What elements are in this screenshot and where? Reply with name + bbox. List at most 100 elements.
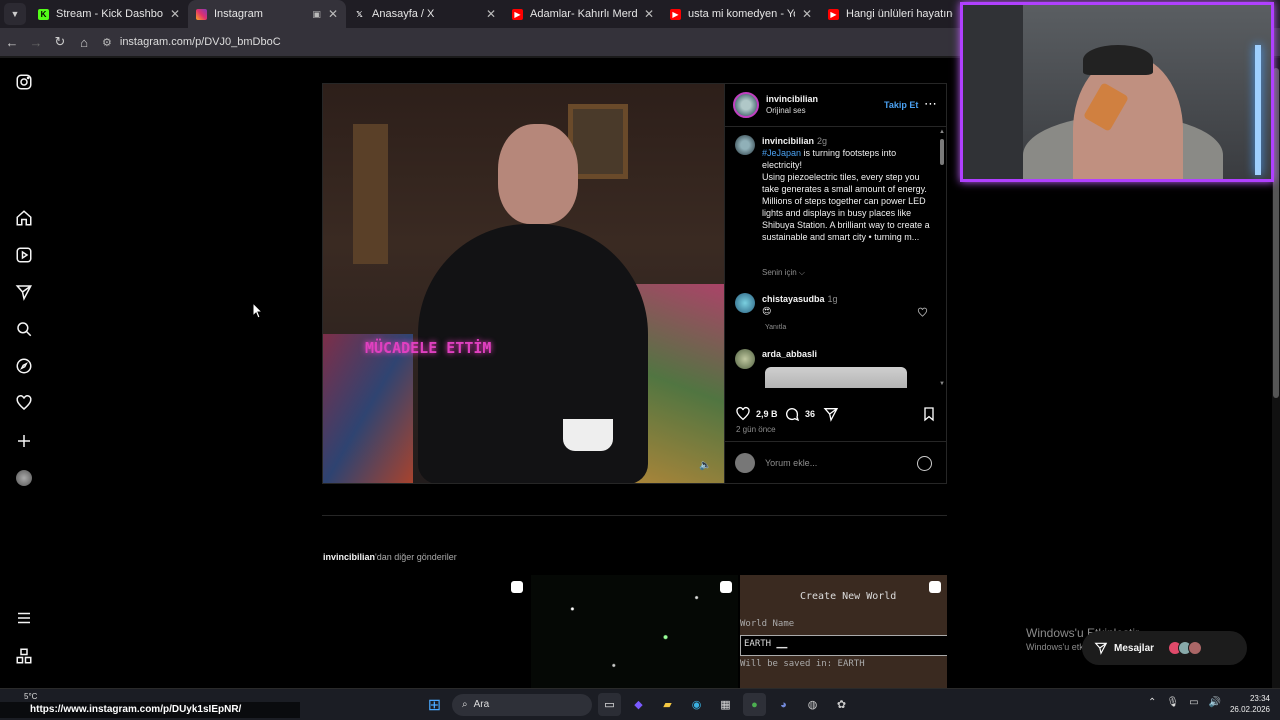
explore-icon[interactable] [14, 356, 34, 376]
author-avatar[interactable] [733, 92, 759, 118]
comment-image[interactable] [765, 367, 907, 388]
create-plus-icon[interactable] [14, 431, 34, 451]
close-tab-icon[interactable]: ✕ [328, 7, 338, 21]
tray-overflow-icon[interactable]: ⌃ [1148, 697, 1156, 708]
minecraft-title: Create New World [800, 591, 897, 602]
post-container: MÜCADELE ETTİM 🔈 invincibilian Orijinal … [322, 83, 947, 484]
post-timestamp[interactable]: 2 gün önce [736, 425, 776, 434]
audio-label[interactable]: Orijinal ses [766, 105, 818, 117]
tab-youtube-usta[interactable]: ▶ usta mi komedyen - YouTube ✕ [662, 0, 820, 28]
tea-cup [563, 419, 613, 451]
taskbar-search[interactable]: ⌕ Ara [452, 693, 592, 716]
like-count: 2,9 B [756, 409, 778, 419]
reply-button[interactable]: Yanıtla [765, 324, 786, 331]
caption-author[interactable]: invincibilian [762, 136, 814, 146]
windows-start-icon[interactable]: ⊞ [423, 693, 446, 716]
webcam-person-cap [1083, 45, 1153, 75]
also-from-meta-icon[interactable] [14, 646, 34, 666]
comment-input[interactable]: Yorum ekle... [765, 458, 817, 468]
scroll-up-icon[interactable]: ▲ [939, 129, 945, 135]
store-icon[interactable]: ▦ [714, 693, 737, 716]
comment-button[interactable]: 36 [784, 406, 815, 422]
microphone-icon[interactable]: 🎙 [1166, 697, 1179, 708]
for-you-label[interactable]: Senin için ⌵ [762, 268, 805, 278]
post-caption: invincibilian 2g #JeJapan is turning foot… [762, 135, 930, 243]
forward-icon[interactable]: → [24, 35, 48, 50]
reel-icon [511, 581, 523, 593]
tab-youtube-adamlar[interactable]: ▶ Adamlar- Kahırlı Merdiven - YouTube ✕ [504, 0, 662, 28]
comment-username[interactable]: chistayasudba [762, 294, 825, 304]
home-icon[interactable]: ⌂ [72, 35, 96, 50]
comment-avatar[interactable] [735, 293, 755, 313]
youtube-icon: ▶ [670, 8, 681, 20]
more-menu-icon[interactable] [14, 608, 34, 628]
url-field[interactable]: ⚙ instagram.com/p/DVJ0_bmDboC [102, 36, 281, 49]
weather-widget[interactable]: 5°C [24, 692, 37, 702]
task-view-icon[interactable]: ▭ [598, 693, 621, 716]
grid-post-1[interactable] [322, 575, 529, 688]
messages-label: Mesajlar [1114, 642, 1155, 654]
steam-icon[interactable]: ◍ [801, 693, 824, 716]
comment-like-icon[interactable] [917, 307, 928, 318]
comment-username[interactable]: arda_abbasli [762, 349, 817, 359]
grid-post-3[interactable]: Create New World World Name EARTH ▁▁ Wil… [740, 575, 947, 688]
comment-icon [786, 408, 800, 422]
message-avatars [1168, 641, 1203, 655]
instagram-sidebar [0, 58, 48, 688]
post-video[interactable]: MÜCADELE ETTİM 🔈 [323, 84, 724, 483]
comment-item: chistayasudba 1g 😍 [762, 293, 838, 317]
site-info-icon[interactable]: ⚙ [102, 36, 112, 49]
reload-icon[interactable]: ↻ [48, 34, 72, 50]
discord-icon[interactable]: ◕ [772, 693, 795, 716]
section-divider [322, 515, 947, 516]
copilot-icon[interactable]: ◆ [627, 693, 650, 716]
caption-avatar[interactable] [735, 135, 755, 155]
instagram-logo-icon[interactable] [14, 72, 34, 92]
scrollbar-thumb[interactable] [940, 139, 944, 165]
profile-avatar[interactable] [14, 468, 34, 488]
close-tab-icon[interactable]: ✕ [802, 7, 812, 21]
tab-kick-dashboard[interactable]: K Stream - Kick Dashboard ✕ [30, 0, 188, 28]
edge-icon[interactable]: ◉ [685, 693, 708, 716]
volume-icon[interactable]: 🔈 [699, 460, 711, 471]
tab-media-icon[interactable]: ▣ [312, 9, 321, 20]
tab-title: usta mi komedyen - YouTube [688, 8, 795, 20]
more-posts-heading: invincibilian'dan diğer gönderiler [323, 552, 457, 562]
search-icon[interactable] [14, 319, 34, 339]
follow-button[interactable]: Takip Et [884, 100, 918, 110]
minecraft-world-name-field: EARTH ▁▁ [740, 635, 947, 656]
share-button[interactable] [823, 406, 839, 422]
emoji-icon[interactable] [917, 456, 932, 471]
messages-button[interactable]: Mesajlar [1082, 631, 1247, 665]
comments-scrollbar[interactable]: ▲ ▼ [939, 127, 945, 388]
close-tab-icon[interactable]: ✕ [486, 7, 496, 21]
home-icon[interactable] [14, 208, 34, 228]
send-icon[interactable] [14, 282, 34, 302]
heart-icon[interactable] [14, 393, 34, 413]
close-tab-icon[interactable]: ✕ [170, 7, 180, 21]
back-icon[interactable]: ← [0, 35, 24, 50]
caption-hashtag[interactable]: #JeJapan [762, 148, 801, 158]
author-username[interactable]: invincibilian [766, 93, 818, 105]
grid-post-2[interactable] [531, 575, 738, 688]
volume-icon[interactable]: 🔊 [1209, 697, 1221, 708]
more-posts-author[interactable]: invincibilian [323, 552, 375, 562]
more-options-icon[interactable]: ⋯ [924, 96, 937, 112]
app-icon[interactable]: ✿ [830, 693, 853, 716]
file-explorer-icon[interactable]: ▰ [656, 693, 679, 716]
tab-youtube-hangi[interactable]: ▶ Hangi ünlüleri hayatından çıkar ✕ [820, 0, 978, 28]
reels-icon[interactable] [14, 245, 34, 265]
tab-instagram[interactable]: Instagram ▣ ✕ [188, 0, 346, 28]
system-clock[interactable]: 23:34 26.02.2026 [1226, 693, 1270, 715]
tab-title: Instagram [214, 8, 263, 20]
like-button[interactable]: 2,9 B [735, 406, 778, 422]
scroll-down-icon[interactable]: ▼ [939, 381, 945, 387]
tab-search-menu-button[interactable]: ▼ [4, 3, 26, 25]
tab-x-home[interactable]: 𝕏 Anasayfa / X ✕ [346, 0, 504, 28]
chrome-icon[interactable]: ● [743, 693, 766, 716]
display-icon[interactable]: ▭ [1189, 697, 1198, 708]
send-icon [823, 408, 839, 422]
comment-avatar[interactable] [735, 349, 755, 369]
save-button[interactable] [921, 406, 937, 422]
close-tab-icon[interactable]: ✕ [644, 7, 654, 21]
